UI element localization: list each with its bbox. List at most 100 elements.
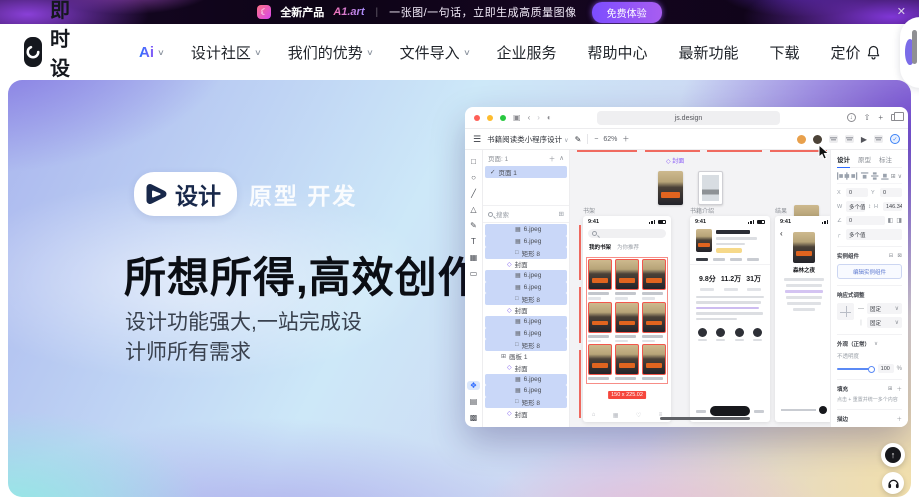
layer-row[interactable]: ▦ 6.jpeg [485,282,567,294]
edit-instance-button[interactable]: 编辑实例组件 [837,264,902,279]
zoom-level[interactable]: 62% [603,136,617,143]
constraints-diagram[interactable] [837,303,854,320]
opacity-value[interactable]: 100 [878,364,894,373]
collaborator-avatar[interactable] [797,135,806,144]
page-row-selected[interactable]: ✓ 页面 1 [485,166,567,178]
nav-menu-item[interactable]: 企业服务 [496,42,560,63]
width-field[interactable]: 多个值 [846,201,865,212]
primary-action-button[interactable] [710,406,750,416]
add-page-icon[interactable]: ＋ [549,153,556,163]
canvas[interactable]: ◇ 封面 书架 书籍介绍 结果 9:41 我的书架 为你推荐 [570,150,830,427]
horizontal-constraint-select[interactable]: 固定 ∨ [867,303,902,314]
corner-radius-field[interactable]: 多个值 [846,229,902,240]
audio-play-button[interactable] [819,406,827,414]
tab-overview-icon[interactable] [891,114,899,121]
canvas-horizontal-scrollbar[interactable] [660,417,750,420]
nav-menu-item[interactable]: 下载 [770,42,804,63]
sidebar-toggle-icon[interactable]: ▣ [513,113,521,122]
frame-label[interactable]: 书架 [583,206,595,215]
layer-row[interactable]: □ 矩形 8 [485,339,567,351]
ellipse-tool-icon[interactable]: ○ [471,173,476,182]
support-button[interactable] [882,472,904,494]
layer-row[interactable]: ▦ 6.jpeg [485,328,567,340]
back-to-top-button[interactable]: ↑ [881,443,905,467]
banner-cta-button[interactable]: 免费体验 [592,2,662,23]
vertical-constraint-select[interactable]: 固定 ∨ [867,317,902,328]
main-menu-icon[interactable]: ☰ [473,134,481,145]
minimize-traffic-light[interactable] [487,115,493,121]
alignment-row[interactable]: ⊞ ∨ [837,168,902,184]
layers-search[interactable]: 搜索 ⊞ [483,205,569,223]
invite-icon[interactable] [845,135,854,143]
detach-icon[interactable]: ⊟ [889,253,894,259]
y-field[interactable]: 0 [880,188,902,197]
opacity-slider[interactable] [837,368,875,370]
height-field[interactable]: 146.34 [883,202,902,211]
pen-tool-badge-icon[interactable]: ✎ [575,135,582,144]
page-scrollbar-thumb[interactable] [912,30,917,64]
layer-row[interactable]: ⊞ 画板 1 [485,351,567,363]
nav-menu-item[interactable]: 文件导入 ∨ [400,42,470,63]
assets-panel-icon[interactable]: ▤ [470,397,478,406]
line-tool-icon[interactable]: ╱ [471,189,476,198]
tab-annotate[interactable]: 标注 [879,154,892,164]
notification-bell-icon[interactable] [865,44,882,61]
export-icon[interactable] [874,135,883,143]
fill-styles-icon[interactable]: ⊞ [888,386,893,392]
phone-frame-reader[interactable]: 9:41 ‹ 森林之夜 [775,216,830,422]
tab-prototype[interactable]: 原型 [858,154,871,164]
pen-tool-icon[interactable]: ✎ [470,221,477,230]
flip-vertical-icon[interactable]: ◨ [896,217,902,224]
image-tool-icon[interactable]: ▦ [470,253,478,262]
layer-row[interactable]: ▦ 6.jpeg [485,316,567,328]
rotation-field[interactable]: 0 [846,216,885,225]
polygon-tool-icon[interactable]: △ [470,205,476,214]
plugins-panel-icon[interactable]: ▩ [470,413,478,422]
share-icon[interactable]: ⇧ [864,113,871,122]
x-field[interactable]: 0 [846,188,868,197]
downloads-icon[interactable]: ↓ [847,113,856,122]
nav-menu-item[interactable]: 设计社区 ∨ [191,42,261,63]
phone-frame-book-detail[interactable]: 9:41 9.8分 11.2万 31万 [690,216,770,422]
reset-icon[interactable]: ⊠ [897,253,902,259]
layer-row[interactable]: ◇ 封面 [485,259,567,271]
collapse-pages-icon[interactable]: ∧ [559,154,564,162]
nav-menu-item[interactable]: 我们的优势 ∨ [288,42,373,63]
layer-row[interactable]: ▦ 6.jpeg [485,270,567,282]
layer-row[interactable]: □ 矩形 8 [485,397,567,409]
add-stroke-icon[interactable]: ＋ [896,415,902,423]
phone-frame-bookshelf[interactable]: 9:41 我的书架 为你推荐 150 x 225.02 ⌂▦♡≡ [583,216,671,422]
nav-menu-item[interactable]: 定价 [831,42,865,63]
collaborator-avatar[interactable] [813,135,822,144]
layer-row[interactable]: ▦ 6.jpeg [485,385,567,397]
tab-design[interactable]: 设计 [837,154,850,164]
nav-menu-item[interactable]: 最新功能 [679,42,743,63]
components-panel-icon[interactable]: ❖ [467,381,480,390]
back-icon[interactable]: ‹ [528,113,531,122]
layer-row[interactable]: ◇ 封面 [485,362,567,374]
url-bar[interactable]: js.design [597,111,780,125]
nav-menu-item[interactable]: 帮助中心 [588,42,652,63]
layer-row[interactable]: □ 矩形 8 [485,247,567,259]
layout-grid-icon[interactable]: ⊞ [891,173,896,180]
cover-component-thumb-selected[interactable] [698,171,723,205]
layer-row[interactable]: ◇ 封面 [485,305,567,317]
nav-menu-item[interactable]: Ai ∨ [139,44,164,61]
frame-tool-icon[interactable]: □ [471,157,476,166]
layer-row[interactable]: ▦ 6.jpeg [485,236,567,248]
filter-icon[interactable]: ⊞ [559,210,564,218]
maximize-traffic-light[interactable] [500,115,506,121]
forward-icon[interactable]: › [537,113,540,122]
text-tool-icon[interactable]: T [471,237,476,246]
zoom-in-button[interactable]: ＋ [622,134,629,144]
constrain-icon[interactable]: ↕ [868,204,871,210]
zoom-out-button[interactable]: − [594,136,598,143]
frame-label[interactable]: 结果 [775,206,787,215]
new-tab-icon[interactable]: + [878,113,883,122]
frame-label[interactable]: 书籍介绍 [690,206,714,215]
close-traffic-light[interactable] [474,115,480,121]
extension-icon[interactable]: ◐ [547,113,552,122]
add-fill-icon[interactable]: ＋ [896,385,902,393]
sync-status-icon[interactable]: ✓ [890,134,900,144]
layer-row[interactable]: ▦ 6.jpeg [485,224,567,236]
